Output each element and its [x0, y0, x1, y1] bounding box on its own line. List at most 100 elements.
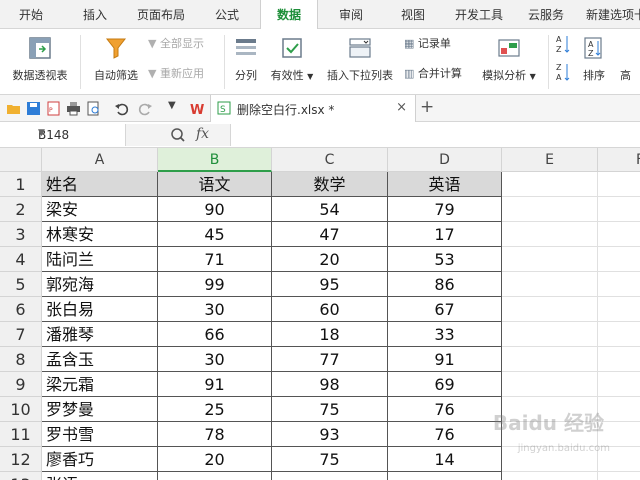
tab-page-layout[interactable]: 页面布局 [128, 0, 194, 29]
tab-home[interactable]: 开始 [0, 0, 62, 29]
column-header-c[interactable]: C [272, 148, 388, 172]
data-cell[interactable]: 罗梦曼 [42, 397, 158, 422]
row-header[interactable]: 12 [0, 447, 42, 472]
column-header-b[interactable]: B [158, 148, 272, 172]
data-cell[interactable]: 33 [388, 322, 502, 347]
data-cell[interactable]: 77 [272, 347, 388, 372]
show-all-button[interactable]: ▼ 全部显示 [148, 35, 204, 51]
formula-input[interactable] [230, 124, 640, 146]
insert-dropdown-list-button[interactable]: 插入下拉列表 [322, 31, 398, 91]
data-cell[interactable]: 91 [388, 347, 502, 372]
document-tab[interactable]: S 删除空白行.xlsx * × [210, 95, 416, 122]
sort-asc-small-button[interactable]: AZ [554, 33, 572, 57]
data-cell[interactable]: 95 [272, 272, 388, 297]
split-column-button[interactable]: 分列 [228, 31, 264, 91]
column-header-d[interactable]: D [388, 148, 502, 172]
tab-developer[interactable]: 开发工具 [444, 0, 514, 29]
empty-cell[interactable] [502, 272, 598, 297]
tab-cloud[interactable]: 云服务 [516, 0, 576, 29]
autofilter-button[interactable]: 自动筛选 [88, 31, 144, 91]
row-header[interactable]: 3 [0, 222, 42, 247]
data-cell[interactable]: 14 [388, 447, 502, 472]
empty-cell[interactable] [502, 247, 598, 272]
merge-calc-button[interactable]: ▥ 合并计算 [404, 65, 462, 81]
redo-icon[interactable] [138, 101, 153, 116]
data-cell[interactable]: 18 [272, 322, 388, 347]
tab-data[interactable]: 数据 [260, 0, 318, 30]
data-cell[interactable]: 76 [388, 397, 502, 422]
zoom-icon[interactable] [170, 127, 186, 143]
print-preview-icon[interactable] [86, 101, 101, 116]
new-tab-button[interactable]: + [420, 97, 434, 117]
empty-cell[interactable] [502, 197, 598, 222]
empty-cell[interactable] [502, 172, 598, 197]
customize-dropdown-icon[interactable]: ▼ [168, 100, 183, 115]
row-header[interactable]: 10 [0, 397, 42, 422]
data-cell[interactable]: 76 [388, 422, 502, 447]
what-if-analysis-button[interactable]: 模拟分析 ▼ [478, 31, 540, 91]
data-cell[interactable] [388, 472, 502, 480]
header-cell[interactable]: 语文 [158, 172, 272, 197]
insert-function-button[interactable]: fx [196, 126, 209, 142]
data-cell[interactable]: 林寒安 [42, 222, 158, 247]
data-cell[interactable]: 孟含玉 [42, 347, 158, 372]
empty-cell[interactable] [598, 397, 640, 422]
data-cell[interactable] [272, 472, 388, 480]
advanced-button[interactable]: 高 [620, 31, 640, 91]
record-sheet-button[interactable]: ▦ 记录单 [404, 35, 451, 51]
data-cell[interactable]: 17 [388, 222, 502, 247]
data-cell[interactable]: 91 [158, 372, 272, 397]
data-cell[interactable]: 25 [158, 397, 272, 422]
reapply-button[interactable]: ▼ 重新应用 [148, 65, 204, 81]
empty-cell[interactable] [598, 247, 640, 272]
empty-cell[interactable] [502, 222, 598, 247]
row-header[interactable]: 11 [0, 422, 42, 447]
tab-insert[interactable]: 插入 [64, 0, 126, 29]
save-icon[interactable] [26, 101, 41, 116]
data-cell[interactable]: 张语 [42, 472, 158, 480]
empty-cell[interactable] [598, 472, 640, 480]
data-cell[interactable]: 98 [272, 372, 388, 397]
data-cell[interactable]: 梁安 [42, 197, 158, 222]
data-cell[interactable]: 75 [272, 397, 388, 422]
data-cell[interactable]: 罗书雪 [42, 422, 158, 447]
close-icon[interactable]: × [396, 100, 407, 115]
export-pdf-icon[interactable]: P [46, 101, 61, 116]
empty-cell[interactable] [502, 372, 598, 397]
row-header[interactable]: 8 [0, 347, 42, 372]
data-cell[interactable]: 郭宛海 [42, 272, 158, 297]
header-cell[interactable]: 数学 [272, 172, 388, 197]
data-cell[interactable]: 张白易 [42, 297, 158, 322]
data-cell[interactable]: 75 [272, 447, 388, 472]
data-cell[interactable]: 45 [158, 222, 272, 247]
data-cell[interactable]: 54 [272, 197, 388, 222]
data-cell[interactable]: 47 [272, 222, 388, 247]
empty-cell[interactable] [502, 472, 598, 480]
sort-desc-small-button[interactable]: ZA [554, 61, 572, 85]
pivot-table-button[interactable]: 数据透视表 [4, 31, 76, 91]
data-cell[interactable]: 潘雅琴 [42, 322, 158, 347]
data-cell[interactable]: 廖香巧 [42, 447, 158, 472]
data-cell[interactable]: 67 [388, 297, 502, 322]
header-cell[interactable]: 姓名 [42, 172, 158, 197]
data-cell[interactable]: 69 [388, 372, 502, 397]
data-cell[interactable]: 86 [388, 272, 502, 297]
data-cell[interactable]: 71 [158, 247, 272, 272]
open-folder-icon[interactable] [6, 101, 21, 116]
data-cell[interactable]: 66 [158, 322, 272, 347]
empty-cell[interactable] [598, 322, 640, 347]
data-cell[interactable]: 78 [158, 422, 272, 447]
column-header-f[interactable]: F [598, 148, 640, 172]
data-cell[interactable]: 梁元霜 [42, 372, 158, 397]
row-header[interactable]: 13 [0, 472, 42, 480]
print-icon[interactable] [66, 101, 81, 116]
header-cell[interactable]: 英语 [388, 172, 502, 197]
data-cell[interactable]: 53 [388, 247, 502, 272]
empty-cell[interactable] [502, 347, 598, 372]
tab-view[interactable]: 视图 [382, 0, 444, 29]
chevron-down-icon[interactable]: ▼ [38, 128, 121, 138]
row-header[interactable]: 4 [0, 247, 42, 272]
data-cell[interactable]: 20 [158, 447, 272, 472]
column-header-a[interactable]: A [42, 148, 158, 172]
data-cell[interactable]: 20 [272, 247, 388, 272]
